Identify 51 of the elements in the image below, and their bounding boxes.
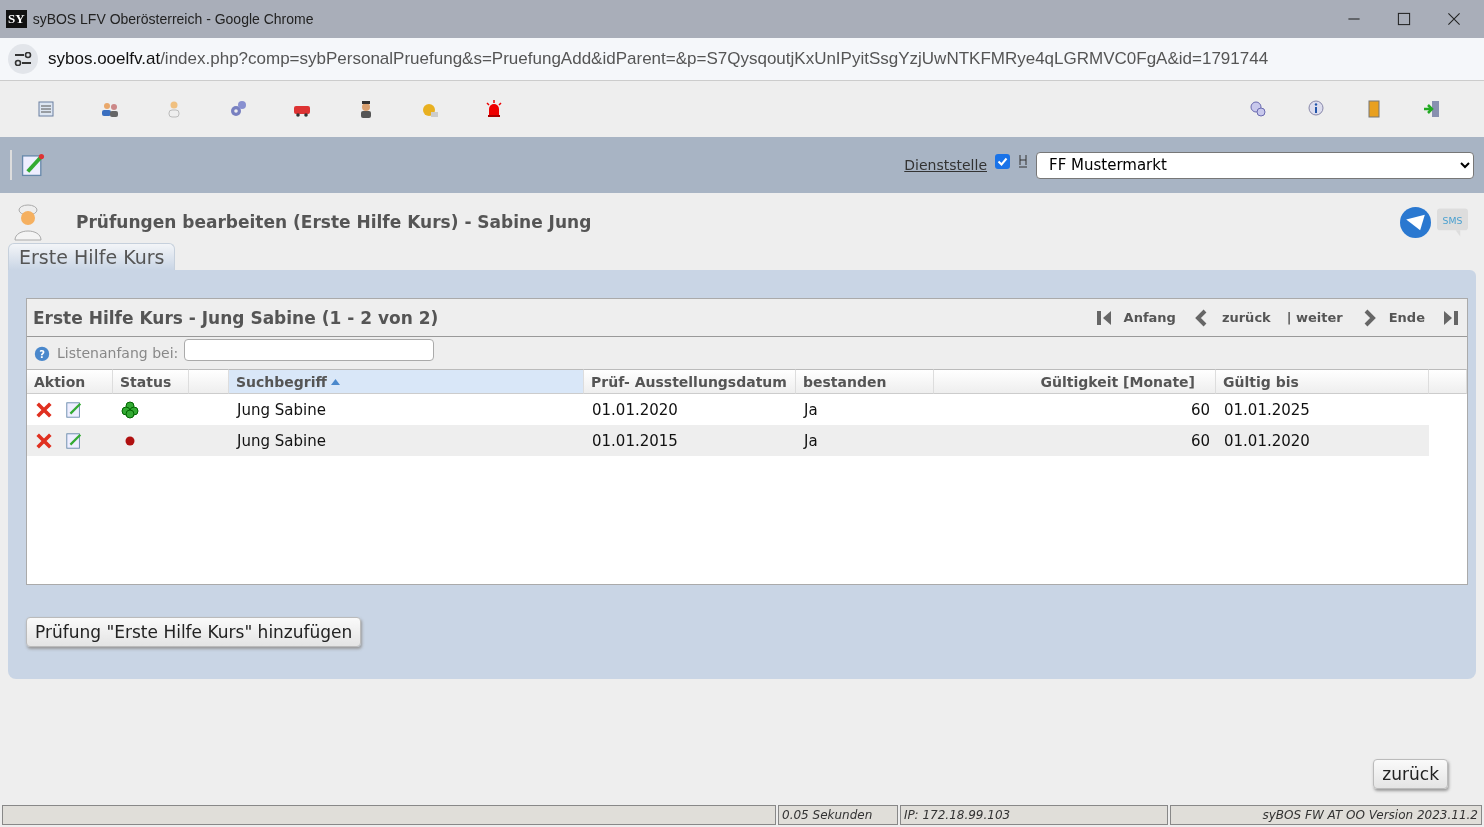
back-button[interactable]: zurück [1373, 759, 1448, 789]
edit-icon[interactable] [65, 431, 83, 450]
list-title: Erste Hilfe Kurs - Jung Sabine (1 - 2 von 2) [33, 307, 439, 328]
hierarchy-icon[interactable] [1018, 154, 1028, 168]
table-cell: 01.01.2020 [1216, 425, 1429, 456]
column-header[interactable]: Gültig bis [1216, 369, 1429, 394]
logout-icon[interactable] [1422, 99, 1442, 119]
table-cell: 60 [934, 425, 1216, 456]
column-header[interactable]: Suchbegriff [229, 369, 584, 394]
site-settings-icon[interactable] [8, 44, 38, 74]
edit-icon[interactable] [65, 400, 83, 419]
person-icon [12, 202, 44, 242]
page-heading: Prüfungen bearbeiten (Erste Hilfe Kurs) - Sabine Jung [76, 212, 592, 232]
alarm-light-icon[interactable] [484, 99, 504, 119]
first-link[interactable]: Anfang [1123, 310, 1176, 325]
info-icon[interactable] [1306, 99, 1326, 119]
column-header[interactable]: Prüf- Ausstellungsdatum [584, 369, 796, 394]
column-header[interactable]: Aktion [27, 369, 113, 394]
close-icon[interactable] [1446, 11, 1462, 27]
column-header[interactable]: bestanden [796, 369, 934, 394]
previous-link[interactable]: zurück [1221, 310, 1271, 325]
table-cell: Ja [796, 425, 934, 456]
table-cell: Jung Sabine [229, 425, 584, 456]
tab[interactable]: Erste Hilfe Kurs [8, 243, 176, 270]
dienststelle-dropdown[interactable]: FF Mustermarkt [1036, 151, 1474, 179]
app-logo: SY [6, 10, 27, 28]
help-chat-icon[interactable] [1248, 99, 1268, 119]
sort-up-icon [330, 378, 340, 385]
timing-text: 0.05 Sekunden [778, 805, 898, 825]
newspaper-icon[interactable] [36, 99, 56, 119]
add-exam-button[interactable]: Prüfung "Erste Hilfe Kurs" hinzufügen [26, 617, 362, 647]
ip-text: IP: 172.18.99.103 [900, 805, 1168, 825]
delete-icon[interactable] [35, 400, 53, 419]
window-title: syBOS LFV Oberösterreich - Google Chrome [32, 11, 314, 27]
dienststelle-link[interactable]: Dienststelle [904, 157, 987, 173]
maximize-icon[interactable] [1396, 11, 1412, 27]
filter-label: Listenanfang bei: [57, 345, 179, 361]
table-cell: 01.01.2015 [584, 425, 796, 456]
filter-field[interactable] [184, 339, 435, 361]
mail-icon[interactable] [1400, 206, 1431, 238]
dienststelle-checkbox[interactable] [995, 153, 1010, 169]
last-link[interactable]: Ende [1388, 310, 1425, 325]
edit-note-icon[interactable] [20, 152, 46, 178]
column-header[interactable]: Gültigkeit [Monate] [934, 369, 1216, 394]
next-link[interactable]: | weiter [1286, 310, 1343, 325]
gears-icon[interactable] [228, 99, 248, 119]
help-icon[interactable]: ? [33, 344, 51, 362]
delete-icon[interactable] [35, 431, 53, 450]
column-header[interactable]: Status [113, 369, 189, 394]
column-header [1429, 369, 1467, 394]
version-text: syBOS FW AT OO Version 2023.11.2 [1170, 805, 1482, 825]
